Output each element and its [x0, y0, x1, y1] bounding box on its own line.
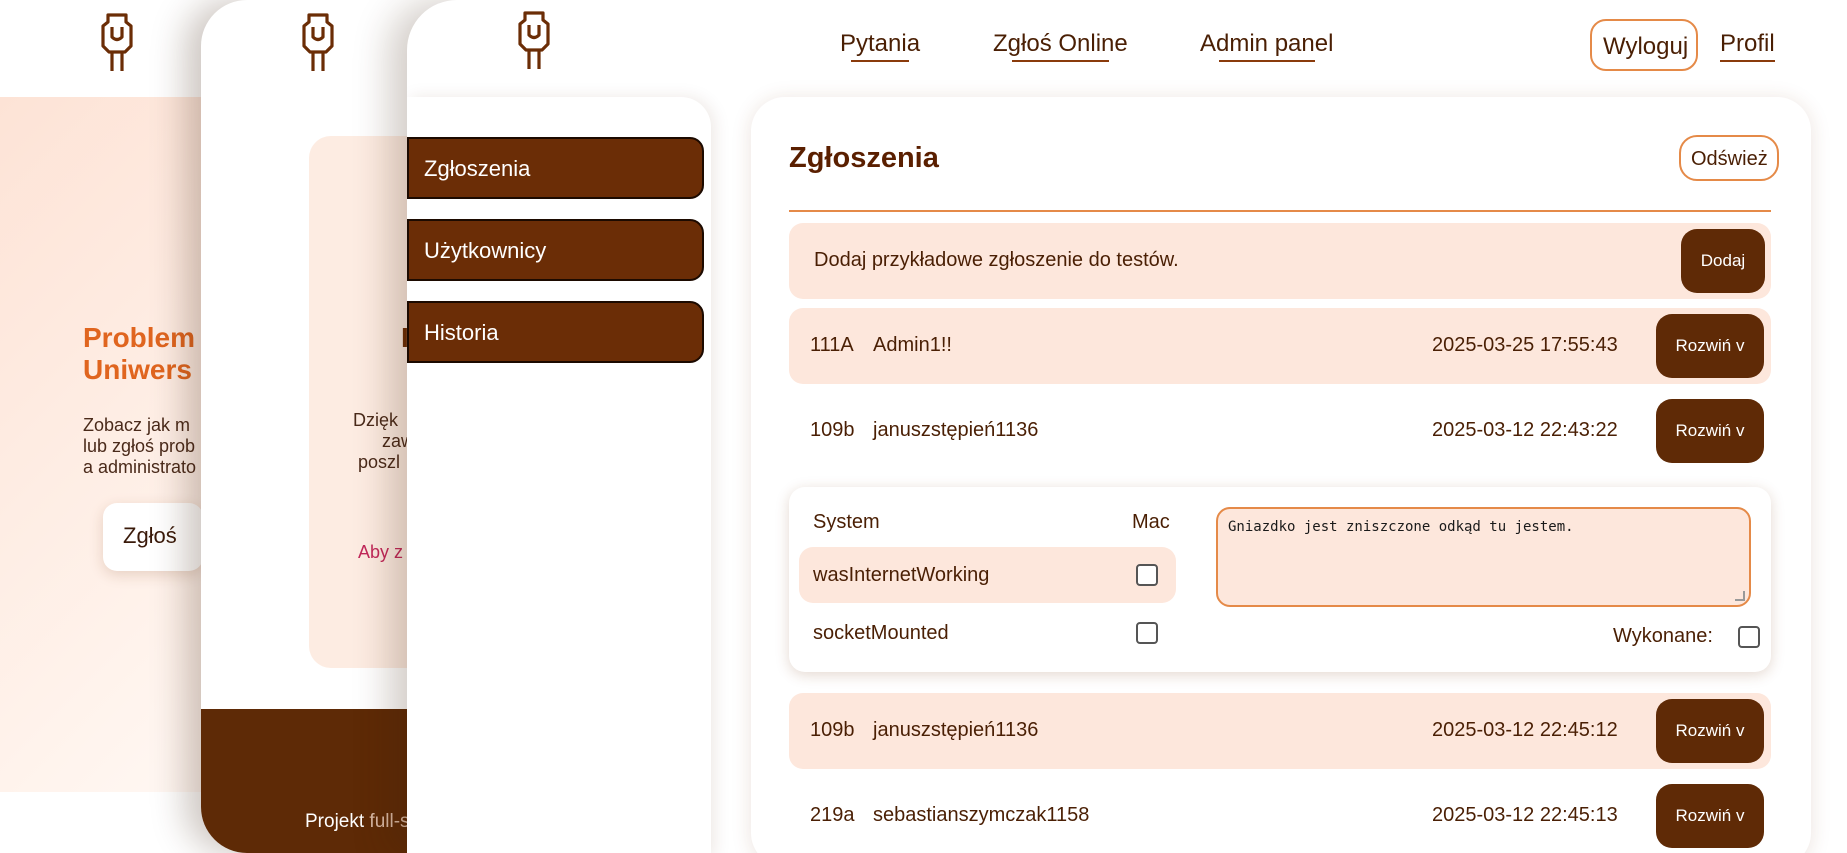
- ticket-room: 109b: [810, 419, 855, 441]
- nav-questions-link[interactable]: Pytania: [840, 30, 920, 62]
- ticket-room: 109b: [810, 719, 855, 741]
- sidebar-item-users[interactable]: Użytkownicy: [407, 219, 704, 281]
- ethernet-plug-logo-icon: [101, 13, 133, 71]
- system-column-header: System: [813, 511, 880, 533]
- page-title: Zgłoszenia: [789, 142, 939, 174]
- tickets-panel: Zgłoszenia Odśwież Dodaj przykładowe zgł…: [751, 97, 1811, 853]
- footer-text: Projekt full-s: [305, 811, 410, 832]
- flag-checkbox[interactable]: [1136, 564, 1158, 586]
- resize-grip-icon[interactable]: [1735, 591, 1745, 601]
- ethernet-plug-logo-icon[interactable]: [517, 10, 551, 72]
- sidebar-item-tickets[interactable]: Zgłoszenia: [407, 137, 704, 199]
- ticket-time: 2025-03-12 22:43:22: [1432, 419, 1618, 441]
- add-sample-text: Dodaj przykładowe zgłoszenie do testów.: [814, 249, 1179, 271]
- ticket-note-textarea[interactable]: Gniazdko jest zniszczone odkąd tu jestem…: [1216, 507, 1751, 607]
- nav-profile-link[interactable]: Profil: [1720, 30, 1775, 62]
- flag-checkbox[interactable]: [1136, 622, 1158, 644]
- hero-title: Problem Uniwers: [83, 322, 196, 385]
- ticket-user: januszstępień1136: [873, 419, 1039, 441]
- expand-button[interactable]: Rozwiń v: [1656, 784, 1764, 848]
- ticket-user: sebastianszymczak1158: [873, 804, 1090, 826]
- add-sample-row: Dodaj przykładowe zgłoszenie do testów. …: [789, 223, 1771, 299]
- mac-column-header: Mac: [1132, 511, 1170, 533]
- sidebar-item-history[interactable]: Historia: [407, 301, 704, 363]
- nav-report-online-link[interactable]: Zgłoś Online: [993, 30, 1128, 62]
- done-checkbox[interactable]: [1738, 626, 1760, 648]
- ticket-room: 111A: [810, 334, 854, 356]
- nav-admin-panel-link[interactable]: Admin panel: [1200, 30, 1333, 62]
- flag-row: socketMounted: [799, 605, 1176, 661]
- add-button[interactable]: Dodaj: [1681, 229, 1765, 293]
- ticket-room: 219a: [810, 804, 855, 826]
- divider: [789, 210, 1771, 212]
- admin-panel-card: Pytania Zgłoś Online Admin panel Wyloguj…: [407, 0, 1847, 853]
- expand-button[interactable]: Rozwiń v: [1656, 399, 1764, 463]
- report-button[interactable]: Zgłoś: [103, 503, 203, 571]
- ticket-row: 111A Admin1!! 2025-03-25 17:55:43 Rozwiń…: [789, 308, 1771, 384]
- sidebar: Zgłoszenia Użytkownicy Historia: [407, 97, 711, 853]
- expand-button[interactable]: Rozwiń v: [1656, 314, 1764, 378]
- ticket-user: januszstępień1136: [873, 719, 1039, 741]
- flag-name: socketMounted: [813, 622, 949, 644]
- refresh-button[interactable]: Odśwież: [1679, 135, 1779, 181]
- ticket-user: Admin1!!: [873, 334, 952, 356]
- done-label: Wykonane:: [1613, 625, 1713, 647]
- ticket-details: System Mac wasInternetWorking socketMoun…: [789, 487, 1771, 672]
- ticket-row: 219a sebastianszymczak1158 2025-03-12 22…: [789, 778, 1771, 853]
- ethernet-plug-logo-icon: [302, 13, 334, 71]
- ticket-time: 2025-03-25 17:55:43: [1432, 334, 1618, 356]
- flag-row: wasInternetWorking: [799, 547, 1176, 603]
- ticket-time: 2025-03-12 22:45:13: [1432, 804, 1618, 826]
- login-link[interactable]: Aby z: [358, 542, 403, 563]
- ticket-row: 109b januszstępień1136 2025-03-12 22:45:…: [789, 693, 1771, 769]
- info-text: Dzięk zaw poszl: [353, 410, 415, 472]
- hero-description: Zobacz jak m lub zgłoś prob a administra…: [83, 415, 197, 477]
- ticket-time: 2025-03-12 22:45:12: [1432, 719, 1618, 741]
- flag-name: wasInternetWorking: [813, 564, 990, 586]
- ticket-row: 109b januszstępień1136 2025-03-12 22:43:…: [789, 393, 1771, 469]
- expand-button[interactable]: Rozwiń v: [1656, 699, 1764, 763]
- logout-button[interactable]: Wyloguj: [1590, 19, 1698, 71]
